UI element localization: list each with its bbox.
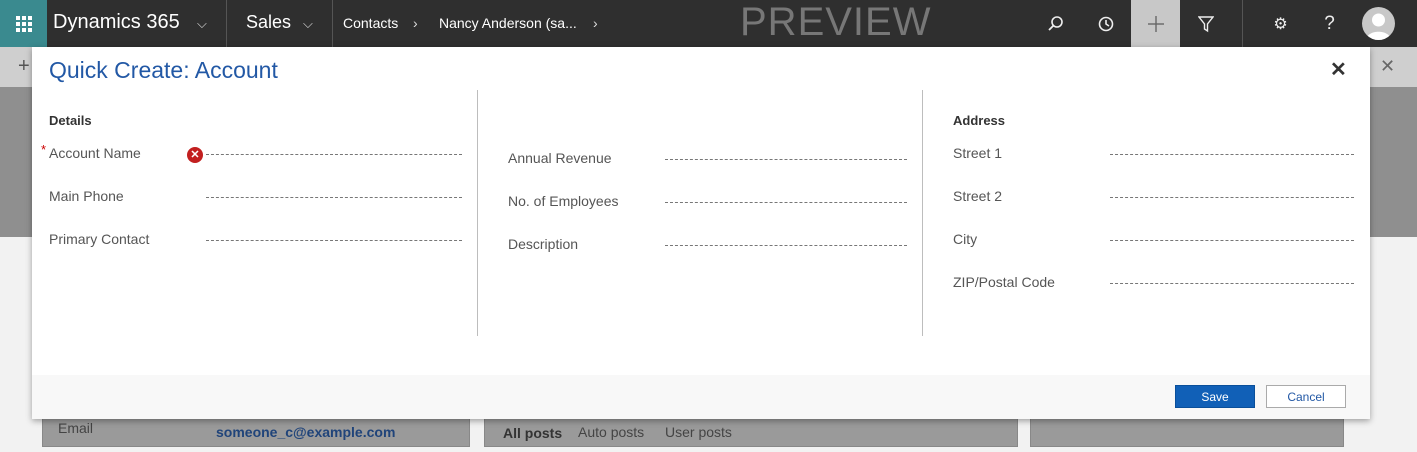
field-label-city: City [953,231,978,247]
tab-user-posts: User posts [665,424,732,440]
preview-watermark: PREVIEW [740,0,932,44]
help-icon[interactable]: ? [1306,0,1353,47]
dialog-title: Quick Create: Account [49,57,278,83]
search-icon[interactable] [1032,0,1079,47]
gear-icon[interactable]: ⚙ [1257,0,1304,47]
street-1-input[interactable] [1110,154,1354,155]
column-divider [922,90,923,336]
field-label-street-2: Street 2 [953,188,1003,204]
section-details: Details [49,113,92,128]
main-phone-input[interactable] [206,197,462,198]
breadcrumb-record[interactable]: Nancy Anderson (sa... [439,0,577,47]
chevron-down-icon[interactable]: ⌵ [197,0,207,47]
zip-input[interactable] [1110,283,1354,284]
city-input[interactable] [1110,240,1354,241]
avatar[interactable] [1362,7,1395,40]
section-address: Address [953,113,1006,128]
divider [226,0,227,47]
primary-contact-input[interactable] [206,240,462,241]
email-label: Email [58,420,94,436]
chevron-right-icon: › [413,15,418,31]
field-label-street-1: Street 1 [953,145,1003,161]
field-label-employees: No. of Employees [508,193,619,209]
field-label-main-phone: Main Phone [49,188,124,204]
field-label-zip: ZIP/Postal Code [953,274,1055,290]
field-label-annual-revenue: Annual Revenue [508,150,612,166]
close-icon[interactable]: ✕ [1330,57,1347,82]
history-icon[interactable] [1082,0,1129,47]
close-icon: ✕ [1380,56,1396,76]
tab-all-posts: All posts [503,425,563,441]
app-name[interactable]: Dynamics 365 [53,0,180,47]
chevron-right-icon[interactable]: › [593,0,598,47]
plus-icon: + [18,55,30,77]
field-label-account-name: * Account Name [41,142,141,161]
error-icon: ✕ [187,147,203,163]
module-name[interactable]: Sales [246,0,291,47]
quick-create-dialog: Quick Create: Account ✕ Details * Accoun… [32,47,1370,419]
street-2-input[interactable] [1110,197,1354,198]
employees-input[interactable] [665,202,907,203]
divider [1242,0,1243,47]
required-marker: * [41,142,47,157]
breadcrumb-contacts[interactable]: Contacts [343,0,398,47]
cancel-button[interactable]: Cancel [1266,385,1346,408]
tab-auto-posts: Auto posts [578,424,645,440]
field-label-primary-contact: Primary Contact [49,231,150,247]
annual-revenue-input[interactable] [665,159,907,160]
description-input[interactable] [665,245,907,246]
field-label-description: Description [508,236,579,252]
save-button[interactable]: Save [1175,385,1255,408]
email-value: someone_c@example.com [216,424,396,440]
account-name-input[interactable] [206,154,462,155]
app-launcher-button[interactable] [0,0,47,47]
plus-icon[interactable] [1131,0,1180,47]
dialog-footer [32,375,1370,419]
chevron-down-icon[interactable]: ⌵ [303,0,313,47]
top-nav-bar: Dynamics 365 ⌵ Sales ⌵ Contacts › Nancy … [0,0,1417,47]
avatar-icon [1366,13,1391,40]
waffle-icon [15,15,32,32]
filter-icon[interactable] [1182,0,1229,47]
divider [332,0,333,47]
column-divider [477,90,478,336]
